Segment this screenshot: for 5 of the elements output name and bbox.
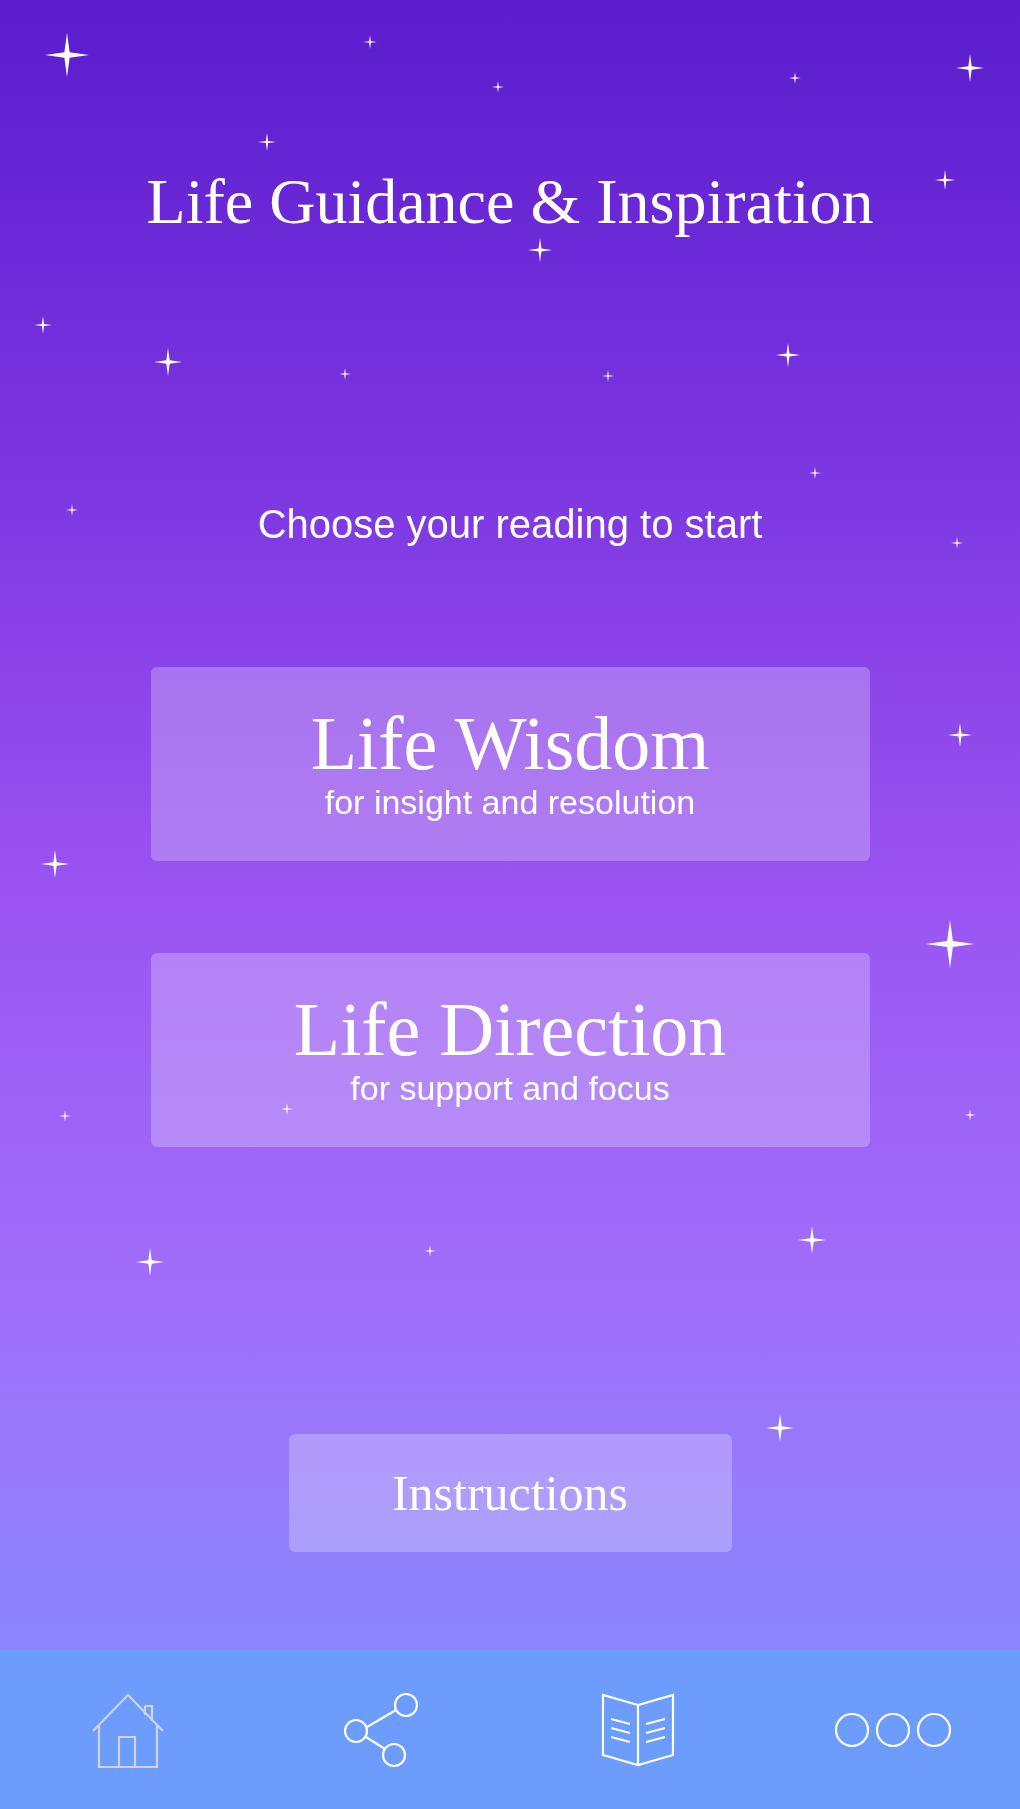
more-icon <box>833 1710 952 1749</box>
prompt-text: Choose your reading to start <box>257 501 763 548</box>
instructions-button[interactable]: Instructions <box>288 1434 732 1552</box>
reading-button[interactable]: Life Direction for support and focus <box>150 953 870 1147</box>
reading-button[interactable]: Life Wisdom for insight and resolution <box>150 667 870 861</box>
